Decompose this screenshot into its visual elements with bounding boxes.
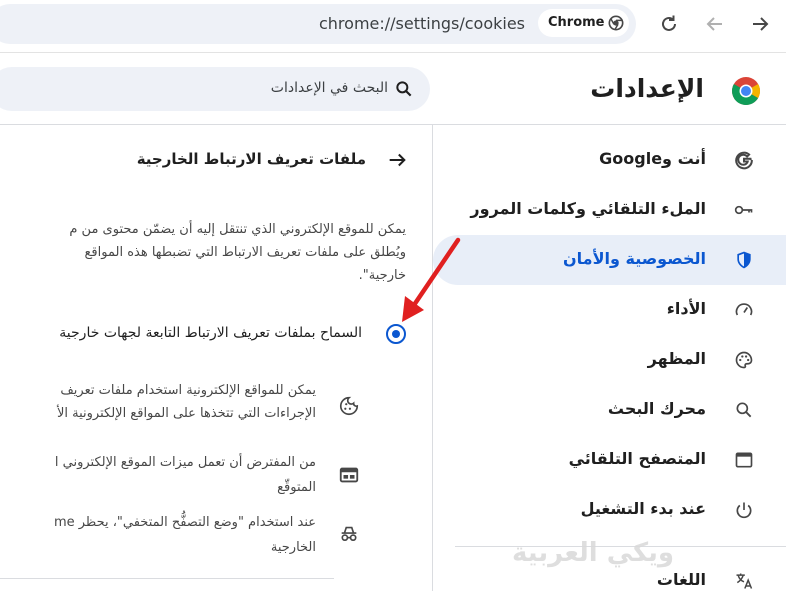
sidebar-item-label: الأداء bbox=[666, 299, 706, 318]
sidebar-item-on-startup[interactable]: عند بدء التشغيل bbox=[433, 485, 786, 535]
radio-label[interactable]: السماح بملفات تعريف الارتباط التابعة لجه… bbox=[59, 325, 362, 341]
address-url[interactable]: chrome://settings/cookies bbox=[319, 14, 525, 33]
radio-dot bbox=[392, 330, 400, 338]
section-divider bbox=[0, 578, 334, 579]
sidebar-item-performance[interactable]: الأداء bbox=[433, 285, 786, 335]
option-text: المتوقّع bbox=[277, 480, 316, 495]
option-text: الخارجية bbox=[270, 540, 316, 555]
forward-arrow-icon[interactable] bbox=[703, 12, 727, 36]
cookie-icon bbox=[339, 396, 359, 416]
search-placeholder: البحث في الإعدادات bbox=[270, 80, 388, 96]
reload-icon[interactable] bbox=[657, 12, 681, 36]
sidebar-item-autofill[interactable]: الملء التلقائي وكلمات المرور bbox=[433, 185, 786, 235]
key-icon bbox=[734, 205, 753, 215]
sidebar-item-label: المظهر bbox=[647, 349, 706, 368]
browser-window-icon bbox=[735, 452, 753, 468]
description-line: يمكن للموقع الإلكتروني الذي تنتقل إليه أ… bbox=[69, 222, 406, 237]
speedometer-icon bbox=[735, 303, 753, 316]
sidebar-item-label: محرك البحث bbox=[607, 399, 706, 418]
web-window-icon bbox=[339, 467, 359, 483]
sidebar-item-label: اللغات bbox=[656, 570, 706, 589]
sidebar-item-label: الملء التلقائي وكلمات المرور bbox=[470, 199, 706, 218]
settings-search-bar[interactable]: البحث في الإعدادات bbox=[0, 67, 430, 111]
watermark: ويكي العربية bbox=[512, 538, 675, 568]
search-icon bbox=[396, 81, 412, 97]
sidebar-item-you-and-google[interactable]: أنت وGoogle bbox=[433, 135, 786, 185]
sidebar-item-default-browser[interactable]: المتصفح التلقائي bbox=[433, 435, 786, 485]
allow-third-party-cookies-radio[interactable] bbox=[386, 324, 406, 344]
option-text: عند استخدام "وضع التصفُّح المتخفي"، يحظر… bbox=[53, 515, 316, 530]
back-arrow-icon[interactable] bbox=[386, 149, 408, 171]
incognito-icon bbox=[341, 526, 357, 542]
option-text: من المفترض أن تعمل ميزات الموقع الإلكترو… bbox=[54, 455, 316, 470]
chrome-chip-label: Chrome bbox=[548, 15, 605, 30]
back-arrow-icon[interactable] bbox=[748, 12, 772, 36]
sidebar-item-label: الخصوصية والأمان bbox=[563, 249, 706, 268]
palette-icon bbox=[735, 351, 753, 369]
sidebar-item-search-engine[interactable]: محرك البحث bbox=[433, 385, 786, 435]
sidebar-item-privacy-security[interactable]: الخصوصية والأمان bbox=[433, 235, 786, 285]
sidebar-item-label: المتصفح التلقائي bbox=[568, 449, 706, 468]
sidebar-item-label: عند بدء التشغيل bbox=[580, 499, 706, 518]
chrome-logo-icon bbox=[732, 77, 760, 105]
google-icon bbox=[735, 151, 753, 170]
option-text: يمكن للمواقع الإلكترونية استخدام ملفات ت… bbox=[60, 383, 316, 398]
sidebar-item-appearance[interactable]: المظهر bbox=[433, 335, 786, 385]
chrome-logo-icon bbox=[608, 15, 624, 31]
search-icon bbox=[736, 402, 752, 418]
chrome-chip[interactable]: Chrome bbox=[538, 9, 629, 37]
shield-icon bbox=[737, 251, 751, 269]
power-icon bbox=[736, 502, 752, 519]
header-divider bbox=[0, 124, 786, 125]
option-text: الإجراءات التي تتخذها على المواقع الإلكت… bbox=[56, 406, 316, 421]
annotation-arrow bbox=[402, 237, 461, 322]
sidebar-item-label: أنت وGoogle bbox=[599, 149, 706, 168]
panel-title: ملفات تعريف الارتباط الخارجية bbox=[136, 150, 366, 168]
translate-icon bbox=[736, 573, 753, 589]
browser-toolbar: chrome://settings/cookies Chrome bbox=[0, 0, 786, 53]
page-title: الإعدادات bbox=[590, 74, 704, 103]
description-line: ويُطلق على ملفات تعريف الارتباط التي تضب… bbox=[84, 245, 406, 260]
